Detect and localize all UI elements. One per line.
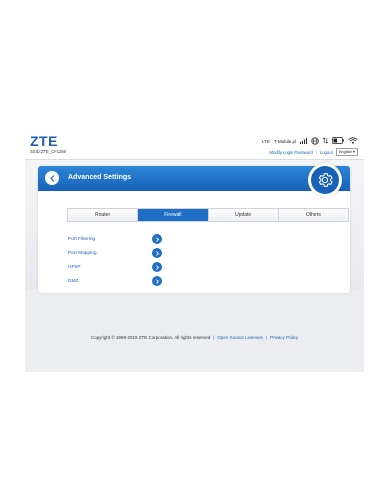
tab-others[interactable]: Others [278,209,348,221]
menu-item-dmz[interactable]: DMZ [68,274,168,288]
chevron-down-icon: ▾ [352,149,355,154]
globe-icon [311,136,319,146]
menu-item-upnp[interactable]: UPnP [68,260,168,274]
battery-icon [332,137,344,145]
modify-password-link[interactable]: Modify Login Password [270,150,313,155]
tab-router[interactable]: Router [68,209,139,221]
card-header: Advanced Settings [38,163,350,197]
top-header: ZTE SSID:ZTE_CF1260 LTE T-Mobile.pl Modi… [25,131,364,160]
menu-item-label[interactable]: DMZ [68,279,152,284]
data-transfer-icon [322,137,329,145]
privacy-policy-link[interactable]: Privacy Policy [270,335,298,340]
chevron-left-icon [49,174,54,182]
firewall-menu: Port Filtering Port Mapping UPnP DMZ [68,232,168,288]
chevron-right-icon[interactable] [152,262,162,272]
network-type-label: LTE [262,138,270,144]
advanced-settings-card: Advanced Settings Router Firewall Update… [38,163,350,293]
chevron-right-icon[interactable] [152,248,162,258]
settings-tabs: Router Firewall Update Others [67,208,349,222]
gear-icon [311,166,339,194]
menu-item-port-filtering[interactable]: Port Filtering [68,232,168,246]
operator-label: T-Mobile.pl [273,138,296,144]
page-footer: Copyright © 1998-2019 ZTE Corporation. A… [25,331,364,343]
tab-update[interactable]: Update [208,209,279,221]
menu-item-label[interactable]: Port Filtering [68,237,152,242]
menu-item-label[interactable]: Port Mapping [68,251,152,256]
back-button[interactable] [45,171,59,185]
menu-item-label[interactable]: UPnP [68,265,152,270]
settings-badge [308,163,342,197]
language-value: English [338,149,352,154]
footer-separator: | [213,334,215,340]
chevron-right-icon[interactable] [152,234,162,244]
status-bar: LTE T-Mobile.pl [262,136,358,146]
ssid-label: SSID:ZTE_CF1260 [30,149,67,154]
chevron-right-icon[interactable] [152,276,162,286]
tab-firewall[interactable]: Firewall [138,209,209,221]
zte-logo[interactable]: ZTE [30,133,58,149]
logout-link[interactable]: Logout [320,150,333,155]
link-separator: | [315,149,317,155]
page-title: Advanced Settings [68,174,132,181]
router-admin-page: ZTE SSID:ZTE_CF1260 LTE T-Mobile.pl Modi… [25,131,364,372]
header-links: Modify Login Password | Logout English ▾ [270,148,358,156]
footer-separator: | [265,334,268,340]
menu-item-port-mapping[interactable]: Port Mapping [68,246,168,260]
language-select[interactable]: English ▾ [335,148,358,156]
signal-icon [300,137,307,145]
open-source-link[interactable]: Open Source Licenses [217,335,263,340]
wifi-icon [348,137,358,145]
copyright-text: Copyright © 1998-2019 ZTE Corporation. A… [90,334,211,340]
